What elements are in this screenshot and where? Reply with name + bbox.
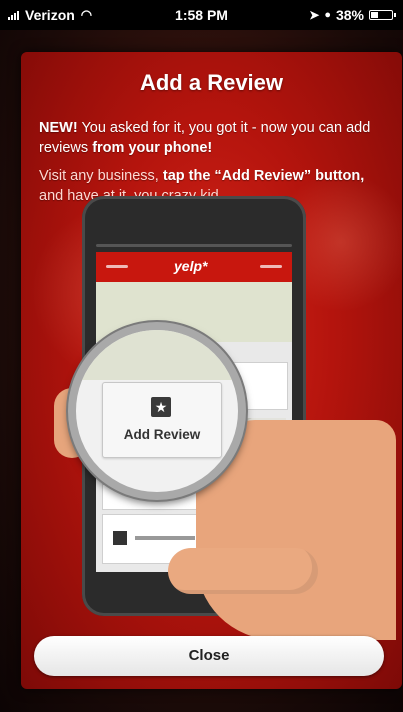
close-button[interactable]: Close	[34, 636, 384, 676]
status-bar: Verizon ◠ 1:58 PM ➤ ● 38%	[0, 0, 403, 30]
battery-icon	[369, 10, 396, 20]
magnifier-illustration: ★ Add Review	[68, 322, 246, 500]
intro-bold: from your phone!	[92, 140, 213, 156]
yelp-logo: yelp*	[174, 258, 208, 274]
location-arrow-icon: ➤	[309, 8, 320, 22]
add-review-label: Add Review	[123, 427, 201, 442]
thumb-illustration	[168, 548, 318, 594]
battery-percent: 38%	[335, 7, 364, 23]
add-review-button-illustration: ★ Add Review	[102, 382, 222, 458]
alarm-icon: ●	[324, 9, 331, 21]
star-icon: ★	[151, 397, 171, 417]
instructions-bold: tap the “Add Review” button,	[162, 168, 365, 184]
modal-title: Add a Review	[139, 70, 284, 95]
instructions-text: Visit any business,	[39, 168, 163, 184]
modal-intro-text: NEW! You asked for it, you got it - now …	[39, 118, 386, 158]
new-label: NEW!	[39, 120, 78, 136]
